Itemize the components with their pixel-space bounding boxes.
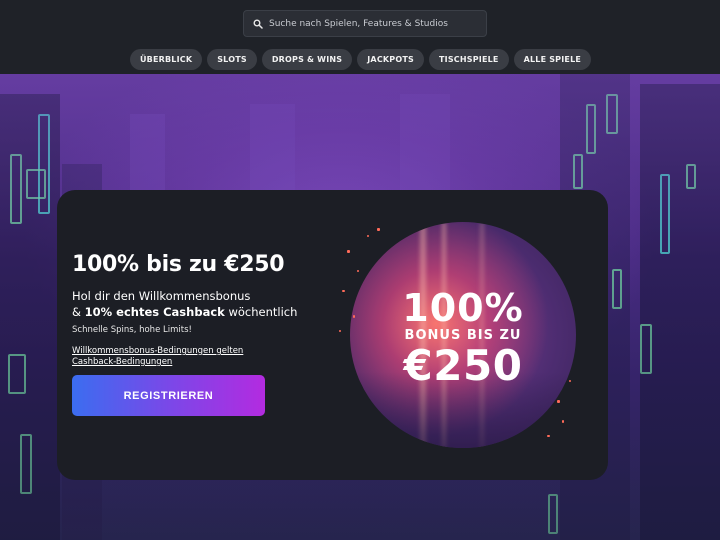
tab-drops-wins[interactable]: DROPS & WINS bbox=[261, 49, 353, 70]
tab-jackpots[interactable]: JACKPOTS bbox=[357, 49, 424, 70]
bonus-badge-text: 100% BONUS BIS ZU €250 bbox=[350, 222, 576, 448]
tab-tischspiele[interactable]: TISCHSPIELE bbox=[428, 49, 509, 70]
subtitle-line-1: Hol dir den Willkommensbonus bbox=[72, 289, 251, 303]
badge-amount: €250 bbox=[403, 341, 523, 390]
cashback-highlight: 10% echtes Cashback bbox=[84, 305, 225, 319]
promo-subtitle: Hol dir den Willkommensbonus & 10% echte… bbox=[72, 288, 297, 320]
subtitle-prefix: & bbox=[72, 305, 85, 319]
search-bar[interactable] bbox=[243, 10, 487, 37]
tab-ueberblick[interactable]: ÜBERBLICK bbox=[129, 49, 203, 70]
top-header: ÜBERBLICK SLOTS DROPS & WINS JACKPOTS TI… bbox=[0, 0, 720, 74]
promo-note: Schnelle Spins, hohe Limits! bbox=[72, 325, 192, 335]
cashback-terms-link[interactable]: Cashback-Bedingungen bbox=[72, 357, 172, 367]
subtitle-line-2: & 10% echtes Cashback wöchentlich bbox=[72, 304, 297, 320]
badge-percent: 100% bbox=[402, 286, 524, 330]
subtitle-suffix: wöchentlich bbox=[224, 305, 298, 319]
tab-alle-spiele[interactable]: ALLE SPIELE bbox=[513, 49, 592, 70]
promo-card: 100% bis zu €250 Hol dir den Willkommens… bbox=[57, 190, 608, 480]
welcome-bonus-terms-link[interactable]: Willkommensbonus-Bedingungen gelten bbox=[72, 346, 243, 356]
search-input[interactable] bbox=[269, 18, 479, 29]
category-tabs: ÜBERBLICK SLOTS DROPS & WINS JACKPOTS TI… bbox=[0, 49, 720, 70]
particle bbox=[339, 330, 341, 332]
search-icon bbox=[253, 19, 263, 29]
tab-slots[interactable]: SLOTS bbox=[207, 49, 257, 70]
particle bbox=[342, 290, 345, 292]
promo-headline: 100% bis zu €250 bbox=[72, 252, 285, 277]
register-button[interactable]: REGISTRIEREN bbox=[72, 375, 265, 416]
